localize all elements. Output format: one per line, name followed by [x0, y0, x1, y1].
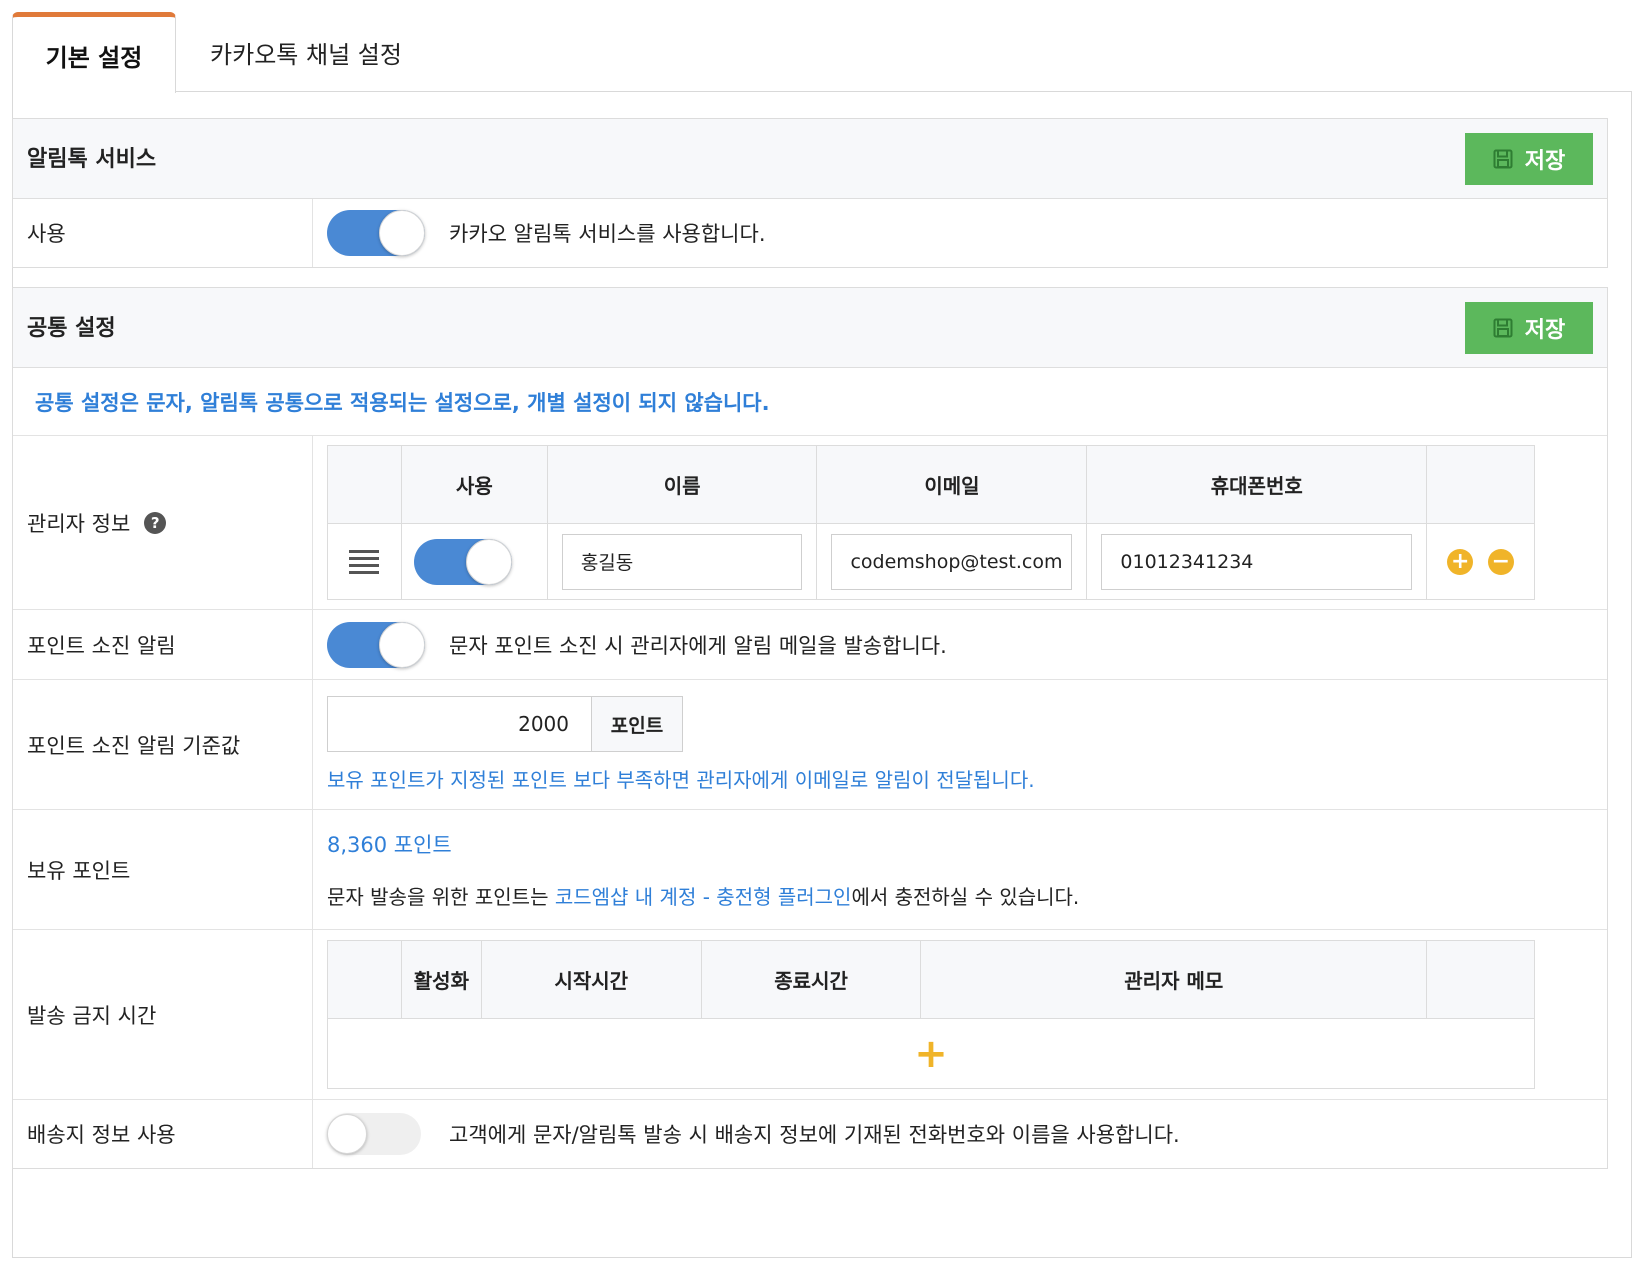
column-header-start-time: 시작시간 [480, 940, 702, 1019]
point-threshold-hint: 보유 포인트가 지정된 포인트 보다 부족하면 관리자에게 이메일로 알림이 전… [327, 768, 1035, 792]
point-alert-row: 포인트 소진 알림 문자 포인트 소진 시 관리자에게 알림 메일을 발송합니다… [13, 610, 1607, 680]
row-label: 발송 금지 시간 [13, 930, 313, 1099]
column-header-admin-memo: 관리자 메모 [920, 940, 1428, 1019]
column-header-use: 사용 [400, 445, 548, 524]
panel-header: 알림톡 서비스 저장 [13, 119, 1607, 199]
owned-points-row: 보유 포인트 8,360 포인트 문자 발송을 위한 포인트는 코드엠샵 내 계… [13, 810, 1607, 930]
column-header-active: 활성화 [400, 940, 482, 1019]
row-label: 포인트 소진 알림 기준값 [13, 680, 313, 809]
description-text: 에서 충전하실 수 있습니다. [851, 885, 1080, 909]
floppy-disk-icon [1493, 149, 1513, 169]
common-settings-notice: 공통 설정은 문자, 알림톡 공통으로 적용되는 설정으로, 개별 설정이 되지… [13, 368, 1607, 436]
shipping-info-toggle[interactable] [327, 1113, 421, 1155]
add-row-icon[interactable]: + [1447, 548, 1474, 575]
toggle-description: 문자 포인트 소진 시 관리자에게 알림 메일을 발송합니다. [449, 633, 947, 658]
point-alert-toggle[interactable] [327, 621, 425, 668]
admin-phone-input[interactable]: 01012341234 [1101, 533, 1413, 590]
admin-info-row: 관리자 정보 ? 사용 이름 이메일 휴대폰번호 홍길동 codemshop@t… [13, 436, 1607, 610]
toggle-knob [379, 621, 425, 668]
toggle-knob [327, 1114, 367, 1154]
toggle-knob [379, 210, 425, 256]
row-label: 관리자 정보 ? [13, 436, 313, 609]
common-settings-panel: 공통 설정 저장 공통 설정은 문자, 알림톡 공통으로 적용되는 설정으로, … [12, 287, 1608, 1169]
tab-bar: 기본 설정 카카오톡 채널 설정 [12, 12, 1632, 93]
admin-email-input[interactable]: codemshop@test.com [831, 533, 1073, 590]
table-header-row: 활성화 시작시간 종료시간 관리자 메모 [327, 940, 1535, 1019]
blackout-hours-table: 활성화 시작시간 종료시간 관리자 메모 + [327, 940, 1535, 1089]
help-icon[interactable]: ? [144, 511, 167, 534]
point-threshold-input-group: 2000 포인트 [327, 696, 683, 752]
admin-use-toggle[interactable] [413, 538, 512, 585]
tab-kakao-channel-settings[interactable]: 카카오톡 채널 설정 [176, 12, 436, 92]
save-button-label: 저장 [1524, 318, 1566, 343]
drag-column-header [327, 940, 402, 1019]
admin-name-input[interactable]: 홍길동 [561, 533, 803, 590]
table-row: + [327, 1018, 1535, 1089]
alimtalk-use-row: 사용 카카오 알림톡 서비스를 사용합니다. [13, 199, 1607, 267]
actions-column-header [1426, 445, 1535, 524]
charge-plugin-link[interactable]: 코드엠샵 내 계정 - 충전형 플러그인 [555, 885, 852, 909]
remove-row-icon[interactable]: − [1487, 548, 1514, 575]
column-header-phone: 휴대폰번호 [1086, 445, 1428, 524]
panel-title: 공통 설정 [27, 316, 116, 341]
drag-column-header [327, 445, 402, 524]
save-button[interactable]: 저장 [1465, 133, 1593, 185]
point-threshold-row: 포인트 소진 알림 기준값 2000 포인트 보유 포인트가 지정된 포인트 보… [13, 680, 1607, 810]
save-button-label: 저장 [1524, 149, 1566, 174]
row-label: 보유 포인트 [13, 810, 313, 929]
row-label: 포인트 소진 알림 [13, 610, 313, 679]
row-label: 배송지 정보 사용 [13, 1100, 313, 1168]
column-header-end-time: 종료시간 [700, 940, 922, 1019]
floppy-disk-icon [1493, 318, 1513, 338]
drag-handle-icon[interactable] [349, 549, 380, 574]
panel-title: 알림톡 서비스 [27, 147, 157, 172]
shipping-info-row: 배송지 정보 사용 고객에게 문자/알림톡 발송 시 배송지 정보에 기재된 전… [13, 1100, 1607, 1168]
blackout-hours-row: 발송 금지 시간 활성화 시작시간 종료시간 관리자 메모 + [13, 930, 1607, 1100]
point-threshold-input[interactable]: 2000 [328, 697, 592, 751]
panel-header: 공통 설정 저장 [13, 288, 1607, 368]
owned-points-description: 문자 발송을 위한 포인트는 코드엠샵 내 계정 - 충전형 플러그인에서 충전… [327, 881, 1079, 910]
row-label: 사용 [13, 199, 313, 267]
alimtalk-use-toggle[interactable] [327, 210, 425, 256]
column-header-email: 이메일 [816, 445, 1088, 524]
description-text: 문자 발송을 위한 포인트는 [327, 885, 555, 909]
tab-basic-settings[interactable]: 기본 설정 [12, 12, 176, 93]
column-header-name: 이름 [546, 445, 818, 524]
toggle-description: 카카오 알림톡 서비스를 사용합니다. [449, 222, 766, 246]
admin-info-label: 관리자 정보 [27, 511, 131, 536]
owned-points-value: 8,360 포인트 [327, 833, 452, 857]
alimtalk-service-panel: 알림톡 서비스 저장 사용 카카오 알림톡 서비스를 사용합니다. [12, 118, 1608, 268]
save-button[interactable]: 저장 [1465, 302, 1593, 354]
admin-table: 사용 이름 이메일 휴대폰번호 홍길동 codemshop@test.com 0… [327, 445, 1535, 600]
add-blackout-icon[interactable]: + [914, 1031, 948, 1077]
point-unit-addon: 포인트 [592, 697, 682, 751]
toggle-description: 고객에게 문자/알림톡 발송 시 배송지 정보에 기재된 전화번호와 이름을 사… [449, 1123, 1180, 1147]
toggle-knob [465, 538, 512, 585]
actions-column-header [1426, 940, 1535, 1019]
table-header-row: 사용 이름 이메일 휴대폰번호 [327, 445, 1535, 524]
table-row: 홍길동 codemshop@test.com 01012341234 + − [327, 523, 1535, 600]
